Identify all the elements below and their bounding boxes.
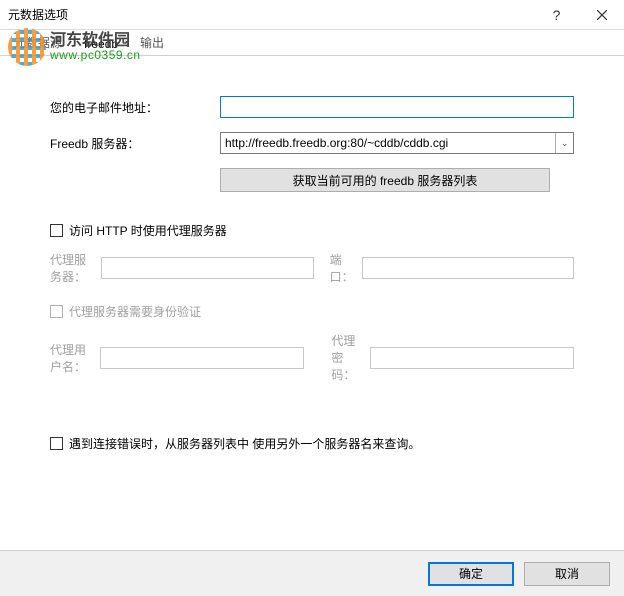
proxy-auth-checkbox[interactable] [50,305,63,318]
use-proxy-checkbox[interactable] [50,224,63,237]
help-button[interactable]: ? [534,0,579,30]
close-icon [597,10,607,20]
use-proxy-label: 访问 HTTP 时使用代理服务器 [69,222,227,239]
freedb-server-combo[interactable]: http://freedb.freedb.org:80/~cddb/cddb.c… [220,132,574,154]
tab-output[interactable]: 输出 [138,30,166,55]
window-title: 元数据选项 [8,6,68,23]
proxy-server-label: 代理服务器： [50,251,93,285]
proxy-user-label: 代理用户名： [50,341,92,375]
titlebar-buttons: ? [534,0,624,30]
tab-metadata-source[interactable]: 元数据源 [12,30,64,55]
email-input[interactable] [220,96,574,118]
titlebar: 元数据选项 ? [0,0,624,30]
tab-bar: 元数据源 freedb 输出 [0,30,624,56]
proxy-auth-label: 代理服务器需要身份验证 [69,303,201,320]
proxy-port-label: 端口： [330,251,354,285]
ok-button[interactable]: 确定 [428,562,514,586]
cancel-button[interactable]: 取消 [524,562,610,586]
tab-freedb[interactable]: freedb [82,33,120,55]
retry-other-server-checkbox[interactable] [50,437,63,450]
proxy-server-input[interactable] [101,257,313,279]
content-area: 您的电子邮件地址： Freedb 服务器： http://freedb.free… [0,56,624,474]
email-label: 您的电子邮件地址： [50,99,220,116]
chevron-down-icon: ⌄ [555,133,573,153]
freedb-server-value: http://freedb.freedb.org:80/~cddb/cddb.c… [225,136,555,150]
close-button[interactable] [579,0,624,30]
proxy-pass-input[interactable] [370,347,574,369]
dialog-footer: 确定 取消 [0,550,624,596]
retry-other-server-label: 遇到连接错误时，从服务器列表中 使用另外一个服务器名来查询。 [69,435,420,452]
fetch-server-list-button[interactable]: 获取当前可用的 freedb 服务器列表 [220,168,550,192]
freedb-server-label: Freedb 服务器： [50,135,220,152]
proxy-pass-label: 代理密码： [331,332,361,383]
proxy-user-input[interactable] [100,347,304,369]
proxy-port-input[interactable] [362,257,574,279]
